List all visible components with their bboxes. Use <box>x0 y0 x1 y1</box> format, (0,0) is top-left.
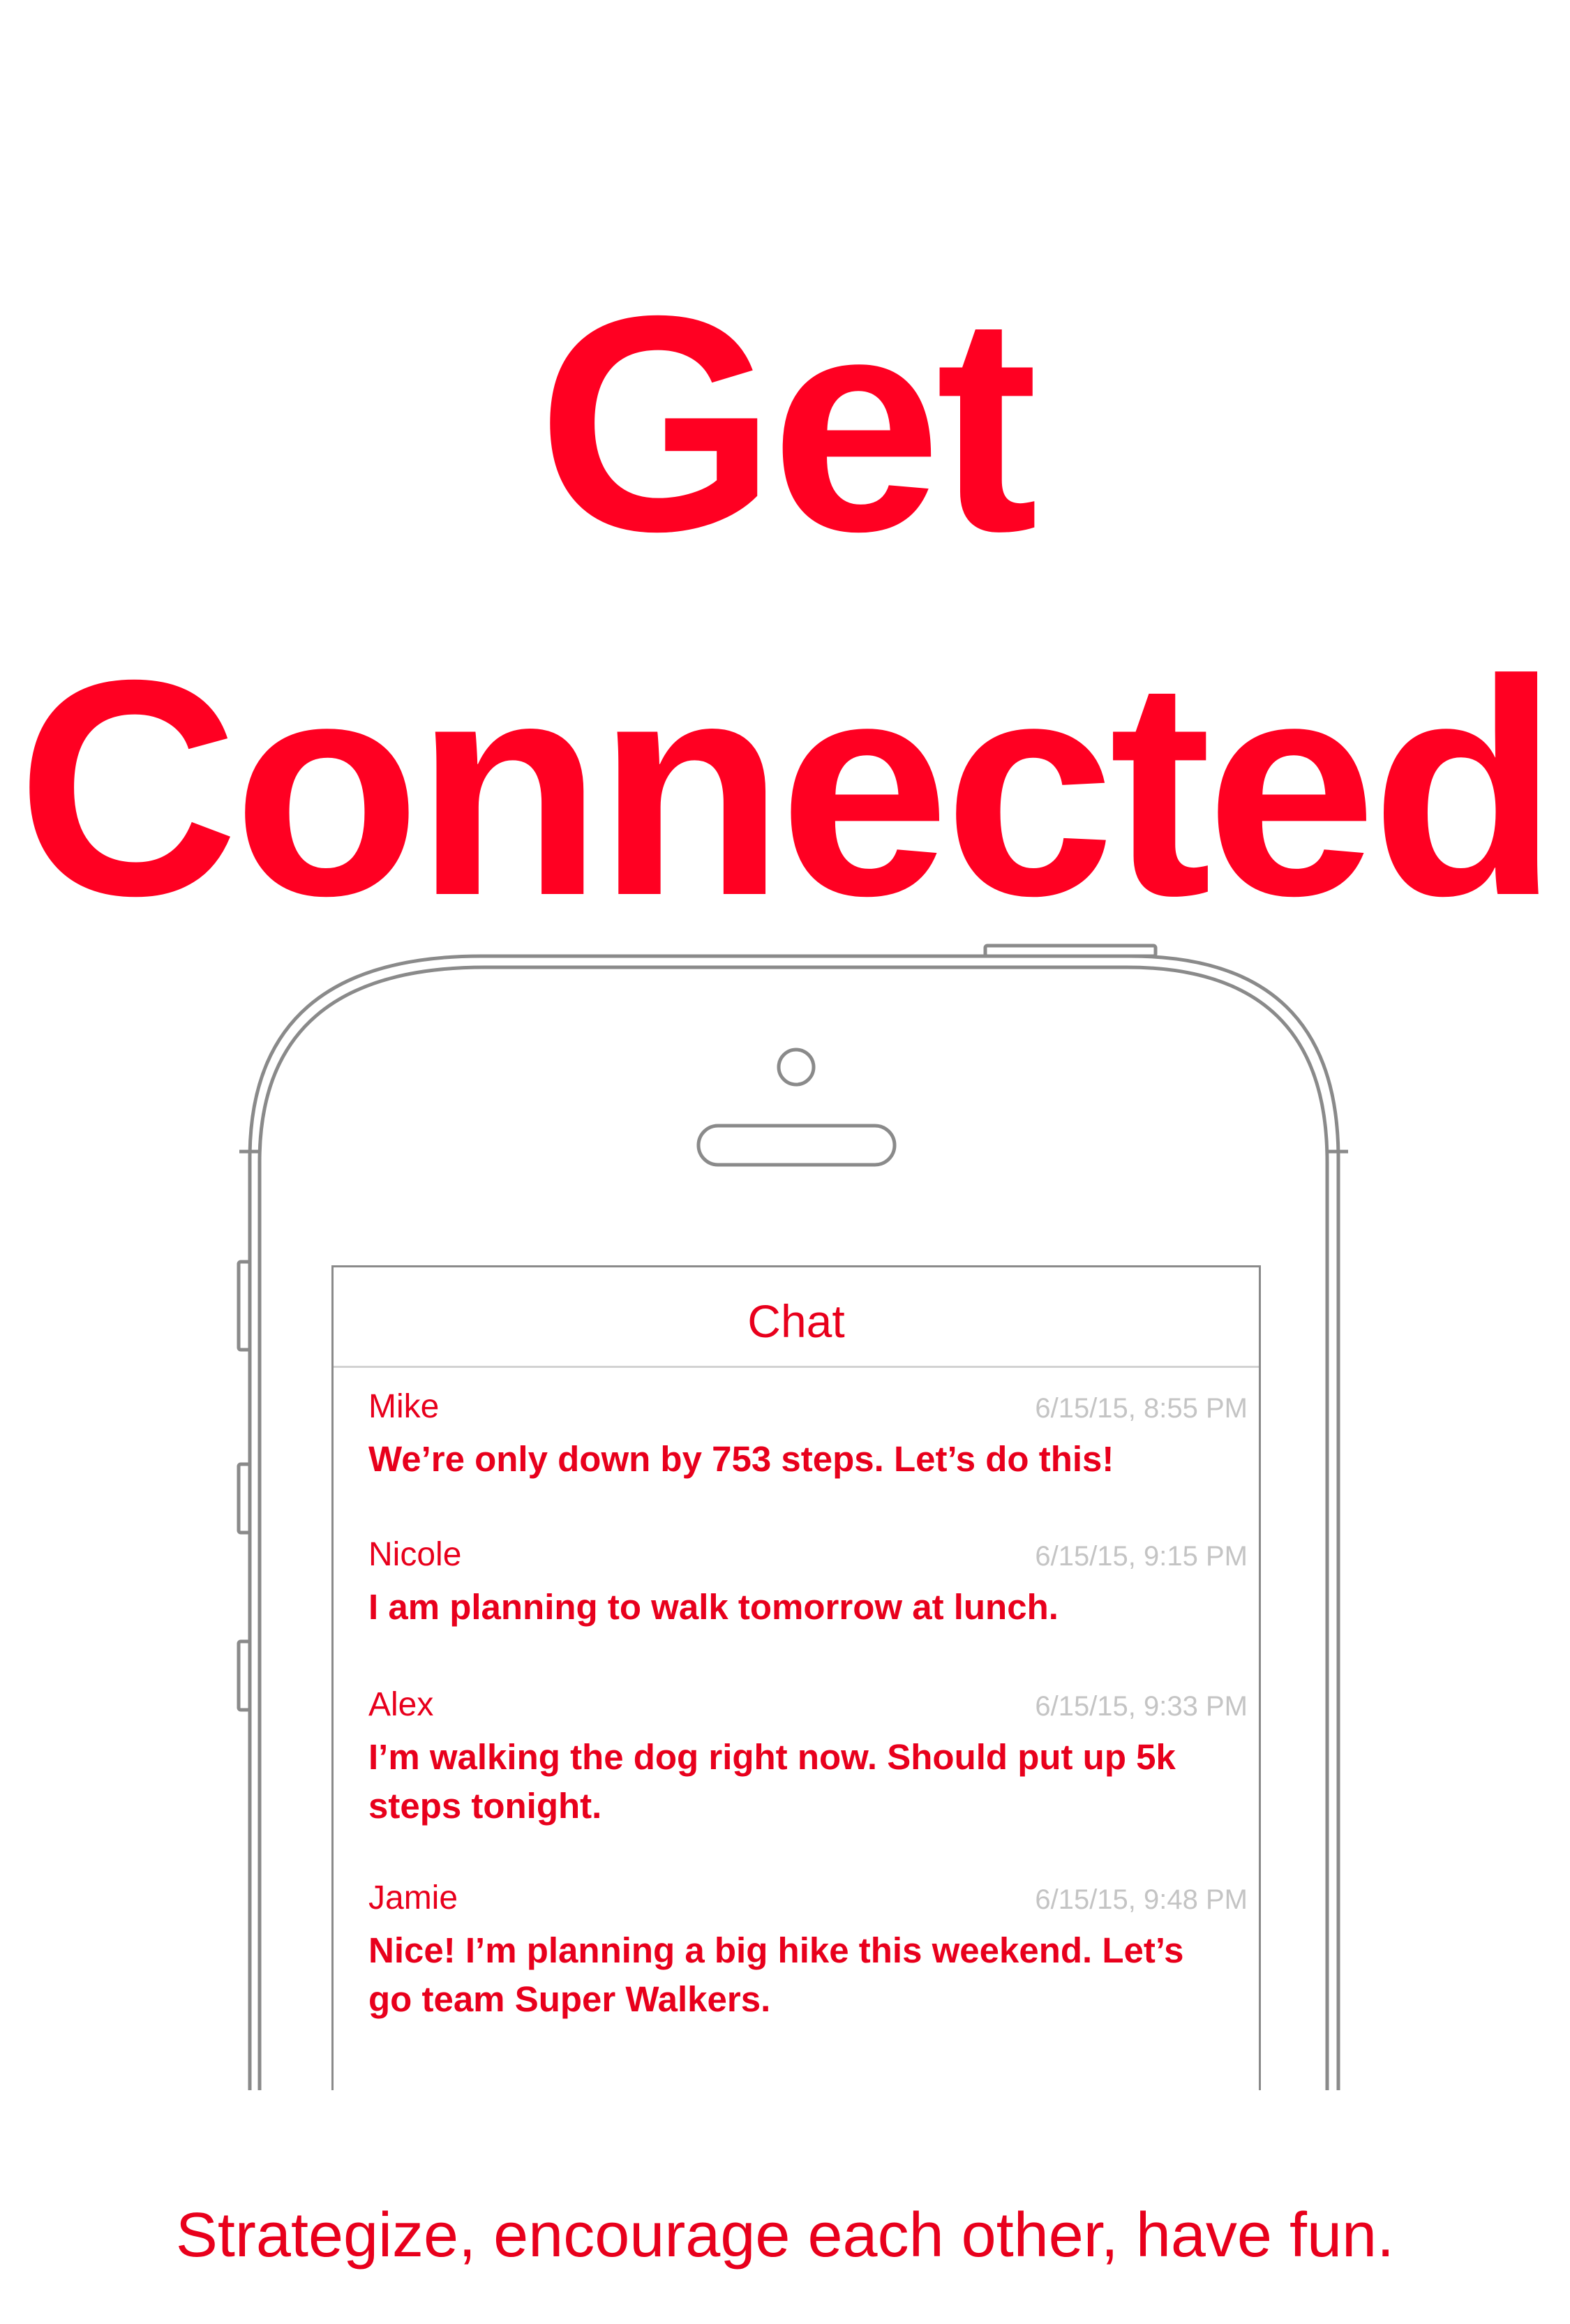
message-text: I am planning to walk tomorrow at lunch. <box>368 1587 1059 1627</box>
message-text: I’m walking the dog right now. Should pu… <box>368 1737 1176 1826</box>
message-text: We’re only down by 753 steps. Let’s do t… <box>368 1439 1114 1479</box>
chat-title: Chat <box>747 1295 845 1347</box>
message-timestamp: 6/15/15, 9:33 PM <box>1035 1691 1248 1722</box>
tagline: Strategize, encourage each other, have f… <box>175 2200 1395 2270</box>
message-timestamp: 6/15/15, 8:55 PM <box>1035 1393 1248 1424</box>
chat-nav-bar: Chat <box>334 1267 1259 1368</box>
front-camera-icon <box>777 1048 816 1087</box>
earpiece-speaker-icon <box>696 1124 897 1167</box>
chat-screen: Chat Mike 6/15/15, 8:55 PM We’re only do… <box>334 1267 1259 2094</box>
message-author: Jamie <box>368 1879 458 1916</box>
message-timestamp: 6/15/15, 9:15 PM <box>1035 1541 1248 1572</box>
message-text: Nice! I’m planning a big hike this weeke… <box>368 1930 1184 2019</box>
message-author: Alex <box>368 1686 434 1723</box>
message-timestamp: 6/15/15, 9:48 PM <box>1035 1884 1248 1915</box>
message-author: Nicole <box>368 1536 462 1573</box>
message-author: Mike <box>368 1388 440 1425</box>
